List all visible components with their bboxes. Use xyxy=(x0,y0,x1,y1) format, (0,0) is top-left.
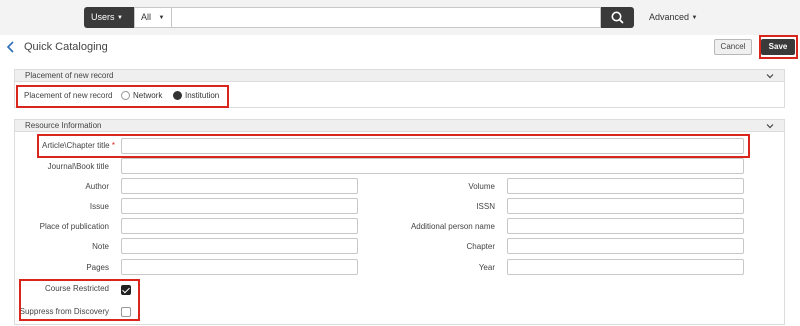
advanced-search-label: Advanced xyxy=(649,12,690,22)
radio-option-institution[interactable]: Institution xyxy=(173,91,219,101)
additional-person-name-label: Additional person name xyxy=(410,222,495,231)
radio-label-institution: Institution xyxy=(185,91,220,100)
search-filter-dropdown[interactable]: All ▼ xyxy=(134,7,171,28)
chevron-down-icon xyxy=(766,124,774,129)
volume-input[interactable] xyxy=(507,178,744,194)
radio-button[interactable] xyxy=(121,91,130,100)
caret-down-icon: ▼ xyxy=(691,15,698,21)
placement-section-body: Placement of new record Network Institut… xyxy=(14,82,785,108)
search-button[interactable] xyxy=(601,7,634,28)
search-filter-label: All xyxy=(141,12,152,22)
resource-section-header[interactable]: Resource Information xyxy=(14,119,785,132)
required-mark: * xyxy=(111,141,115,150)
issn-label: ISSN xyxy=(476,202,495,211)
journal-title-input[interactable] xyxy=(121,158,744,174)
placement-field-label: Placement of new record xyxy=(24,91,113,100)
chapter-label: Chapter xyxy=(466,242,495,251)
pages-input[interactable] xyxy=(121,259,358,275)
page-title: Quick Cataloging xyxy=(24,41,108,53)
article-title-label-text: Article\Chapter title xyxy=(42,141,110,150)
year-input[interactable] xyxy=(507,259,744,275)
year-label: Year xyxy=(478,263,495,272)
suppress-discovery-label: Suppress from Discovery xyxy=(19,307,109,316)
search-icon xyxy=(611,11,624,24)
chapter-input[interactable] xyxy=(507,238,744,254)
placement-section-title: Placement of new record xyxy=(25,71,114,80)
cancel-button[interactable]: Cancel xyxy=(714,39,752,55)
place-of-publication-label: Place of publication xyxy=(39,222,109,231)
note-label: Note xyxy=(92,242,109,251)
radio-option-network[interactable]: Network xyxy=(121,91,162,101)
additional-person-name-input[interactable] xyxy=(507,218,744,234)
chevron-down-icon xyxy=(766,74,774,79)
back-arrow-icon[interactable] xyxy=(5,40,17,54)
search-scope-label: Users xyxy=(91,12,115,22)
issue-label: Issue xyxy=(89,202,109,211)
issn-input[interactable] xyxy=(507,198,744,214)
resource-section-title: Resource Information xyxy=(25,121,102,130)
save-button[interactable]: Save xyxy=(761,39,795,55)
radio-label-network: Network xyxy=(133,91,163,100)
pages-label: Pages xyxy=(86,263,109,272)
note-input[interactable] xyxy=(121,238,358,254)
advanced-search-link[interactable]: Advanced ▼ xyxy=(649,7,698,28)
top-search-bar: Users ▼ All ▼ Advanced ▼ xyxy=(0,0,800,35)
article-title-label: Article\Chapter title * xyxy=(42,141,115,151)
suppress-discovery-checkbox[interactable] xyxy=(121,307,131,317)
issue-input[interactable] xyxy=(121,198,358,214)
course-restricted-checkbox[interactable] xyxy=(121,285,131,295)
author-input[interactable] xyxy=(121,178,358,194)
placement-section-header[interactable]: Placement of new record xyxy=(14,69,785,82)
author-label: Author xyxy=(85,182,109,191)
article-title-input[interactable] xyxy=(121,138,744,154)
course-restricted-label: Course Restricted xyxy=(44,284,109,293)
radio-button-selected[interactable] xyxy=(173,91,182,100)
caret-down-icon: ▼ xyxy=(158,15,165,21)
journal-title-label: Journal\Book title xyxy=(47,162,109,171)
search-scope-dropdown[interactable]: Users ▼ xyxy=(84,7,134,28)
place-of-publication-input[interactable] xyxy=(121,218,358,234)
search-input[interactable] xyxy=(171,7,601,28)
volume-label: Volume xyxy=(468,182,495,191)
caret-down-icon: ▼ xyxy=(117,15,123,21)
